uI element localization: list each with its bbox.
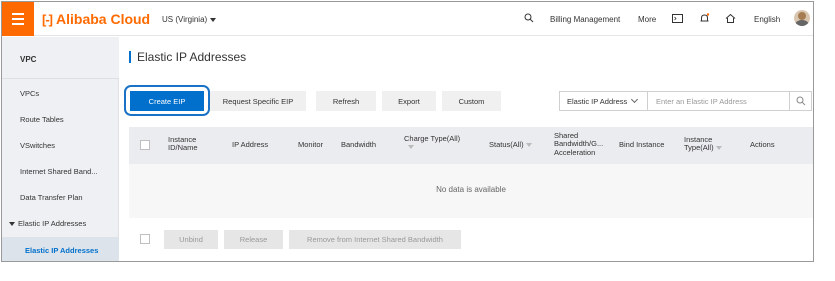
- table-header: Instance ID/Name IP Address Monitor Band…: [129, 127, 813, 164]
- column-monitor: Monitor: [298, 140, 324, 149]
- alibaba-cloud-logo[interactable]: [-] Alibaba Cloud: [42, 11, 150, 27]
- column-label: Charge Type(All): [404, 134, 461, 143]
- refresh-button[interactable]: Refresh: [316, 91, 376, 111]
- empty-state-text: No data is available: [436, 185, 506, 194]
- page-title-text: Elastic IP Addresses: [137, 50, 247, 64]
- search-input[interactable]: [648, 91, 790, 111]
- search-button[interactable]: [790, 91, 812, 111]
- table-body: No data is available: [129, 164, 813, 218]
- billing-management-link[interactable]: Billing Management: [550, 15, 620, 24]
- region-label: US (Virginia): [162, 15, 208, 24]
- page-title: Elastic IP Addresses: [129, 50, 246, 64]
- top-bar: [-] Alibaba Cloud US (Virginia) Billing …: [2, 2, 813, 36]
- sidebar-title: VPC: [2, 37, 119, 79]
- release-button[interactable]: Release: [224, 230, 283, 249]
- terminal-icon[interactable]: [672, 13, 683, 24]
- filter-type-value: Elastic IP Address: [567, 96, 628, 106]
- column-shared-bandwidth: Shared Bandwidth/G... Acceleration: [554, 131, 603, 157]
- column-actions: Actions: [750, 140, 775, 149]
- home-icon[interactable]: [725, 13, 736, 24]
- sidebar-item-internet-shared-bandwidth[interactable]: Internet Shared Band...: [20, 167, 98, 176]
- request-specific-eip-button[interactable]: Request Specific EIP: [210, 91, 306, 111]
- screenshot-root: [-] Alibaba Cloud US (Virginia) Billing …: [0, 0, 835, 281]
- filter-icon[interactable]: [525, 143, 532, 148]
- filter-type-select[interactable]: Elastic IP Address: [559, 91, 648, 111]
- caret-down-icon: [210, 17, 217, 22]
- region-selector[interactable]: US (Virginia): [162, 15, 217, 24]
- logo-text: Alibaba Cloud: [56, 11, 151, 27]
- column-label: ID/Name: [168, 143, 198, 153]
- sidebar-item-vswitches[interactable]: VSwitches: [20, 141, 55, 150]
- language-selector[interactable]: English: [754, 15, 780, 24]
- column-label: Type(All): [684, 143, 714, 153]
- remove-from-shared-bandwidth-button[interactable]: Remove from Internet Shared Bandwidth: [289, 230, 461, 249]
- unbind-button[interactable]: Unbind: [164, 230, 218, 249]
- console-window: [-] Alibaba Cloud US (Virginia) Billing …: [1, 1, 814, 262]
- menu-icon[interactable]: [2, 2, 34, 36]
- column-label: Status(All): [489, 140, 524, 149]
- caret-down-icon: [9, 221, 15, 226]
- column-charge-type[interactable]: Charge Type(All): [404, 134, 461, 152]
- search-icon[interactable]: [524, 13, 534, 23]
- bell-icon[interactable]: [699, 13, 710, 24]
- chevron-down-icon: [631, 95, 639, 104]
- filter-icon[interactable]: [715, 146, 722, 151]
- sidebar-item-route-tables[interactable]: Route Tables: [20, 115, 64, 124]
- bulk-select-checkbox[interactable]: [140, 234, 150, 244]
- filter-icon[interactable]: [408, 145, 414, 150]
- column-bandwidth: Bandwidth: [341, 140, 377, 149]
- column-status[interactable]: Status(All): [489, 140, 532, 149]
- sidebar-item-data-transfer-plan[interactable]: Data Transfer Plan: [20, 193, 83, 202]
- sidebar-item-elastic-ip-addresses[interactable]: Elastic IP Addresses: [25, 246, 98, 255]
- column-label: Acceleration: [554, 147, 596, 157]
- column-bind-instance: Bind Instance: [619, 140, 665, 149]
- more-menu[interactable]: More: [638, 15, 656, 24]
- sidebar-group-label: Elastic IP Addresses: [18, 219, 87, 228]
- sidebar: VPC VPCs Route Tables VSwitches Internet…: [2, 37, 119, 261]
- search-icon: [796, 96, 805, 106]
- sidebar-group-elastic-ip[interactable]: Elastic IP Addresses: [9, 219, 86, 228]
- logo-mark: [-]: [42, 11, 53, 27]
- export-button[interactable]: Export: [382, 91, 436, 111]
- column-instance-id[interactable]: Instance ID/Name: [168, 135, 198, 153]
- sidebar-item-vpcs[interactable]: VPCs: [20, 89, 39, 98]
- column-instance-type[interactable]: Instance Type(All): [684, 135, 722, 153]
- select-all-checkbox[interactable]: [140, 140, 150, 150]
- create-eip-highlight: [124, 85, 210, 116]
- user-avatar[interactable]: [794, 10, 810, 26]
- custom-button[interactable]: Custom: [442, 91, 501, 111]
- title-accent-bar: [129, 51, 131, 63]
- column-ip-address: IP Address: [232, 140, 269, 149]
